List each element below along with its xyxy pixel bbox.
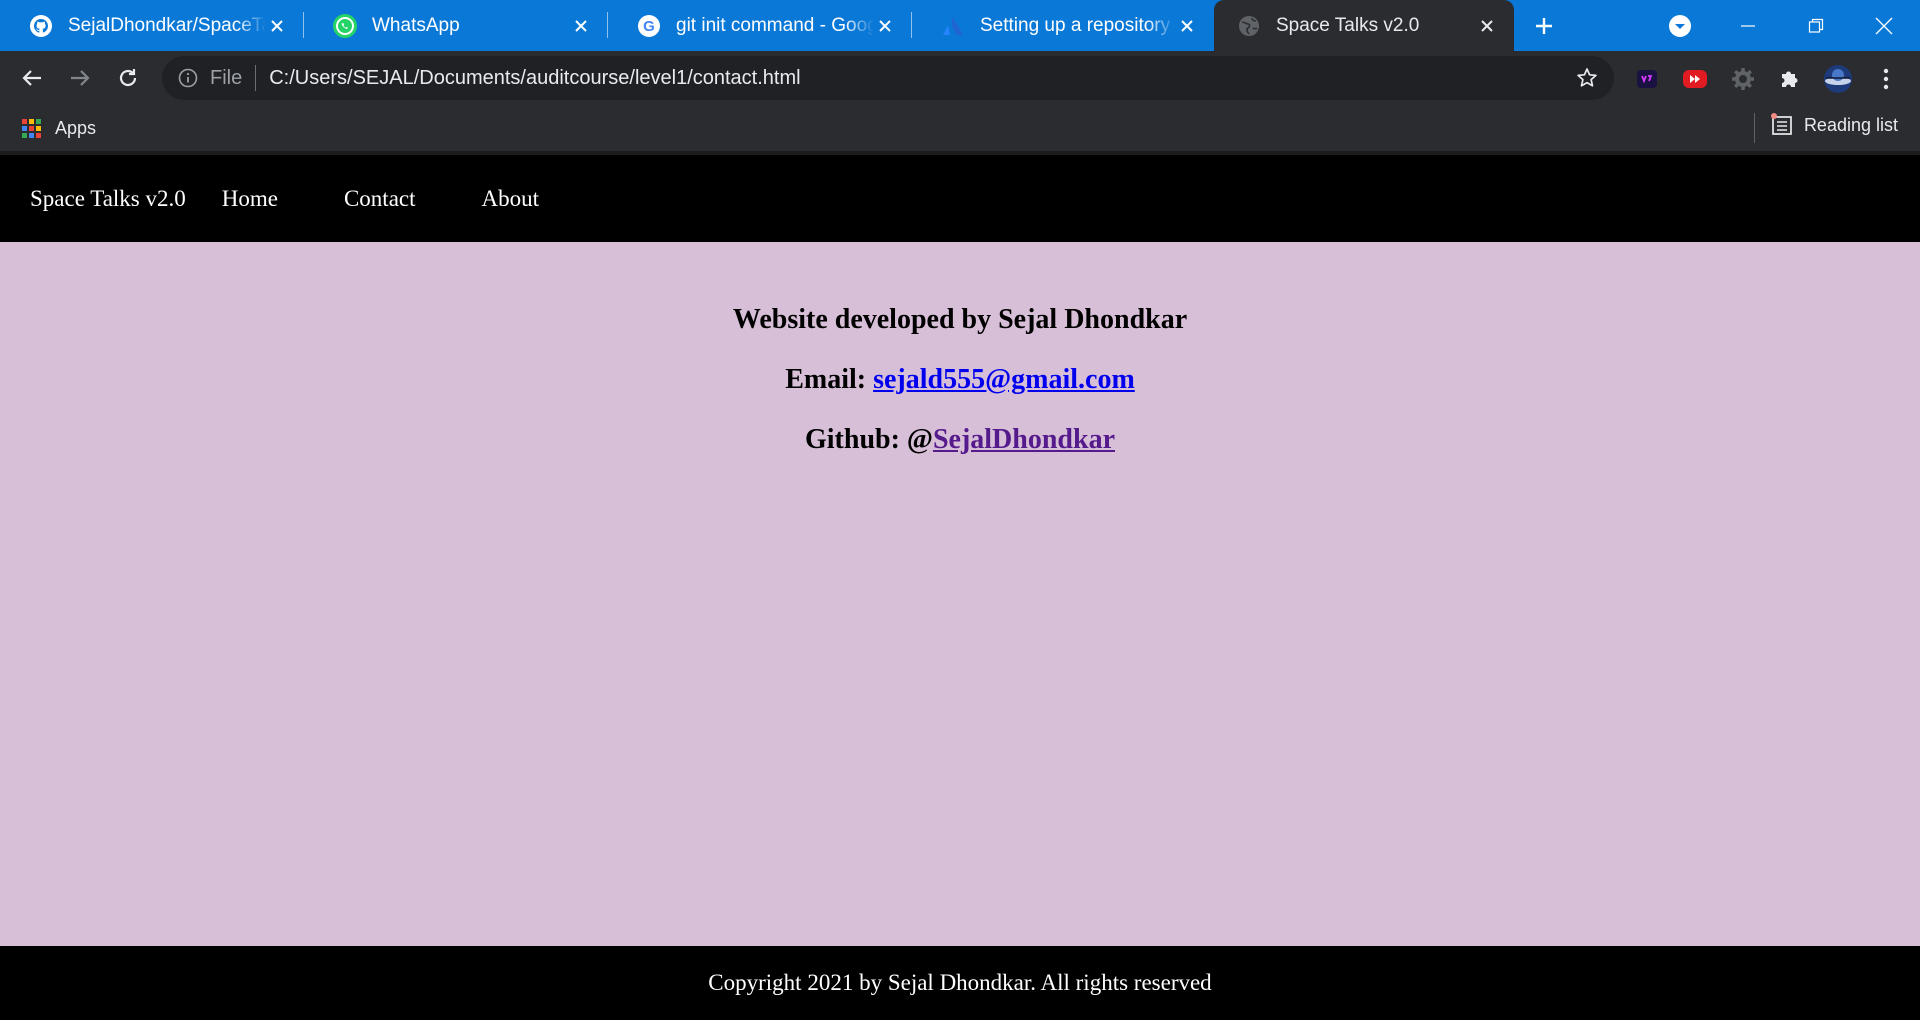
email-link[interactable]: sejald555@gmail.com (873, 364, 1135, 395)
github-icon (28, 13, 54, 39)
tab-title: Space Talks v2.0 (1276, 14, 1420, 36)
reload-icon (119, 69, 137, 87)
reading-list-label: Reading list (1803, 114, 1898, 135)
apps-bookmark[interactable]: Apps (22, 118, 96, 139)
whatsapp-icon (332, 13, 358, 39)
arrow-right-icon (71, 70, 90, 86)
tab-title: WhatsApp (372, 14, 460, 36)
google-icon: G (636, 13, 662, 39)
tab-whatsapp[interactable]: WhatsApp (304, 0, 608, 51)
restore-button[interactable] (1782, 0, 1850, 51)
github-line: Github: @SejalDhondkar (0, 410, 1920, 470)
copyright-text: Copyright 2021 by Sejal Dhondkar. All ri… (708, 970, 1212, 995)
back-button[interactable] (8, 54, 56, 102)
new-tab-button[interactable] (1514, 0, 1574, 51)
puzzle-icon[interactable] (1772, 63, 1808, 95)
tab-title: Setting up a repository | A (980, 14, 1176, 36)
close-window-button[interactable] (1850, 0, 1918, 51)
github-link[interactable]: SejalDhondkar (933, 424, 1115, 455)
site-navbar: Space Talks v2.0 Home Contact About (0, 155, 1920, 242)
gear-icon[interactable] (1725, 63, 1761, 95)
close-icon[interactable] (874, 15, 896, 37)
apps-grid-icon (22, 118, 41, 138)
close-icon[interactable] (1476, 15, 1498, 37)
restore-icon (1808, 18, 1824, 33)
tab-search-button[interactable] (1646, 0, 1714, 51)
avatar[interactable] (1820, 63, 1856, 95)
forward-button[interactable] (56, 54, 104, 102)
extension-purple-icon[interactable] (1629, 63, 1665, 95)
reload-button[interactable] (104, 54, 152, 102)
close-icon[interactable] (1176, 15, 1198, 37)
bookmarks-bar: Apps Reading list (0, 105, 1920, 151)
close-icon[interactable] (266, 15, 288, 37)
minimize-button[interactable] (1714, 0, 1782, 51)
plus-icon (1536, 17, 1552, 34)
bookmarks-divider (1754, 113, 1755, 143)
info-icon[interactable] (176, 66, 200, 90)
close-icon[interactable] (570, 15, 592, 37)
address-bar[interactable]: File C:/Users/SEJAL/Documents/auditcours… (162, 56, 1614, 100)
email-line: Email: sejald555@gmail.com (0, 350, 1920, 410)
close-icon (1875, 17, 1893, 34)
youtube-extension-icon[interactable] (1677, 63, 1713, 95)
nav-contact-link[interactable]: Contact (344, 186, 416, 212)
chevron-down-icon (1669, 14, 1691, 37)
tab-space-talks[interactable]: Space Talks v2.0 (1214, 0, 1514, 51)
tab-google[interactable]: G git init command - Google (608, 0, 912, 51)
tab-github[interactable]: SejalDhondkar/SpaceTalks (0, 0, 304, 51)
email-label: Email: (785, 364, 867, 395)
address-url[interactable]: C:/Users/SEJAL/Documents/auditcourse/lev… (269, 67, 800, 90)
github-label: Github: @ (804, 424, 933, 455)
nav-about-link[interactable]: About (482, 186, 540, 212)
scheme-label: File (210, 66, 243, 89)
apps-label: Apps (55, 117, 97, 138)
svg-text:G: G (643, 18, 655, 35)
kebab-menu-icon[interactable] (1868, 63, 1904, 95)
address-divider (255, 65, 257, 91)
globe-icon (1236, 13, 1262, 39)
minimize-icon (1741, 24, 1755, 27)
site-brand: Space Talks v2.0 (30, 185, 186, 211)
tab-title: SejalDhondkar/SpaceTalks (68, 14, 266, 36)
atlassian-icon (940, 13, 966, 39)
reading-list-icon (1770, 113, 1794, 137)
site-footer: Copyright 2021 by Sejal Dhondkar. All ri… (0, 946, 1920, 1020)
contact-content: Website developed by Sejal Dhondkar Emai… (0, 242, 1920, 946)
reading-list-button[interactable]: Reading list (1770, 113, 1898, 137)
nav-home-link[interactable]: Home (222, 186, 278, 212)
developer-line: Website developed by Sejal Dhondkar (732, 304, 1188, 335)
tab-title: git init command - Google (676, 14, 874, 36)
arrow-left-icon (22, 70, 41, 86)
tab-strip: SejalDhondkar/SpaceTalks WhatsApp G git … (0, 0, 1920, 51)
star-icon[interactable] (1574, 65, 1600, 91)
tab-atlassian[interactable]: Setting up a repository | A (912, 0, 1214, 51)
